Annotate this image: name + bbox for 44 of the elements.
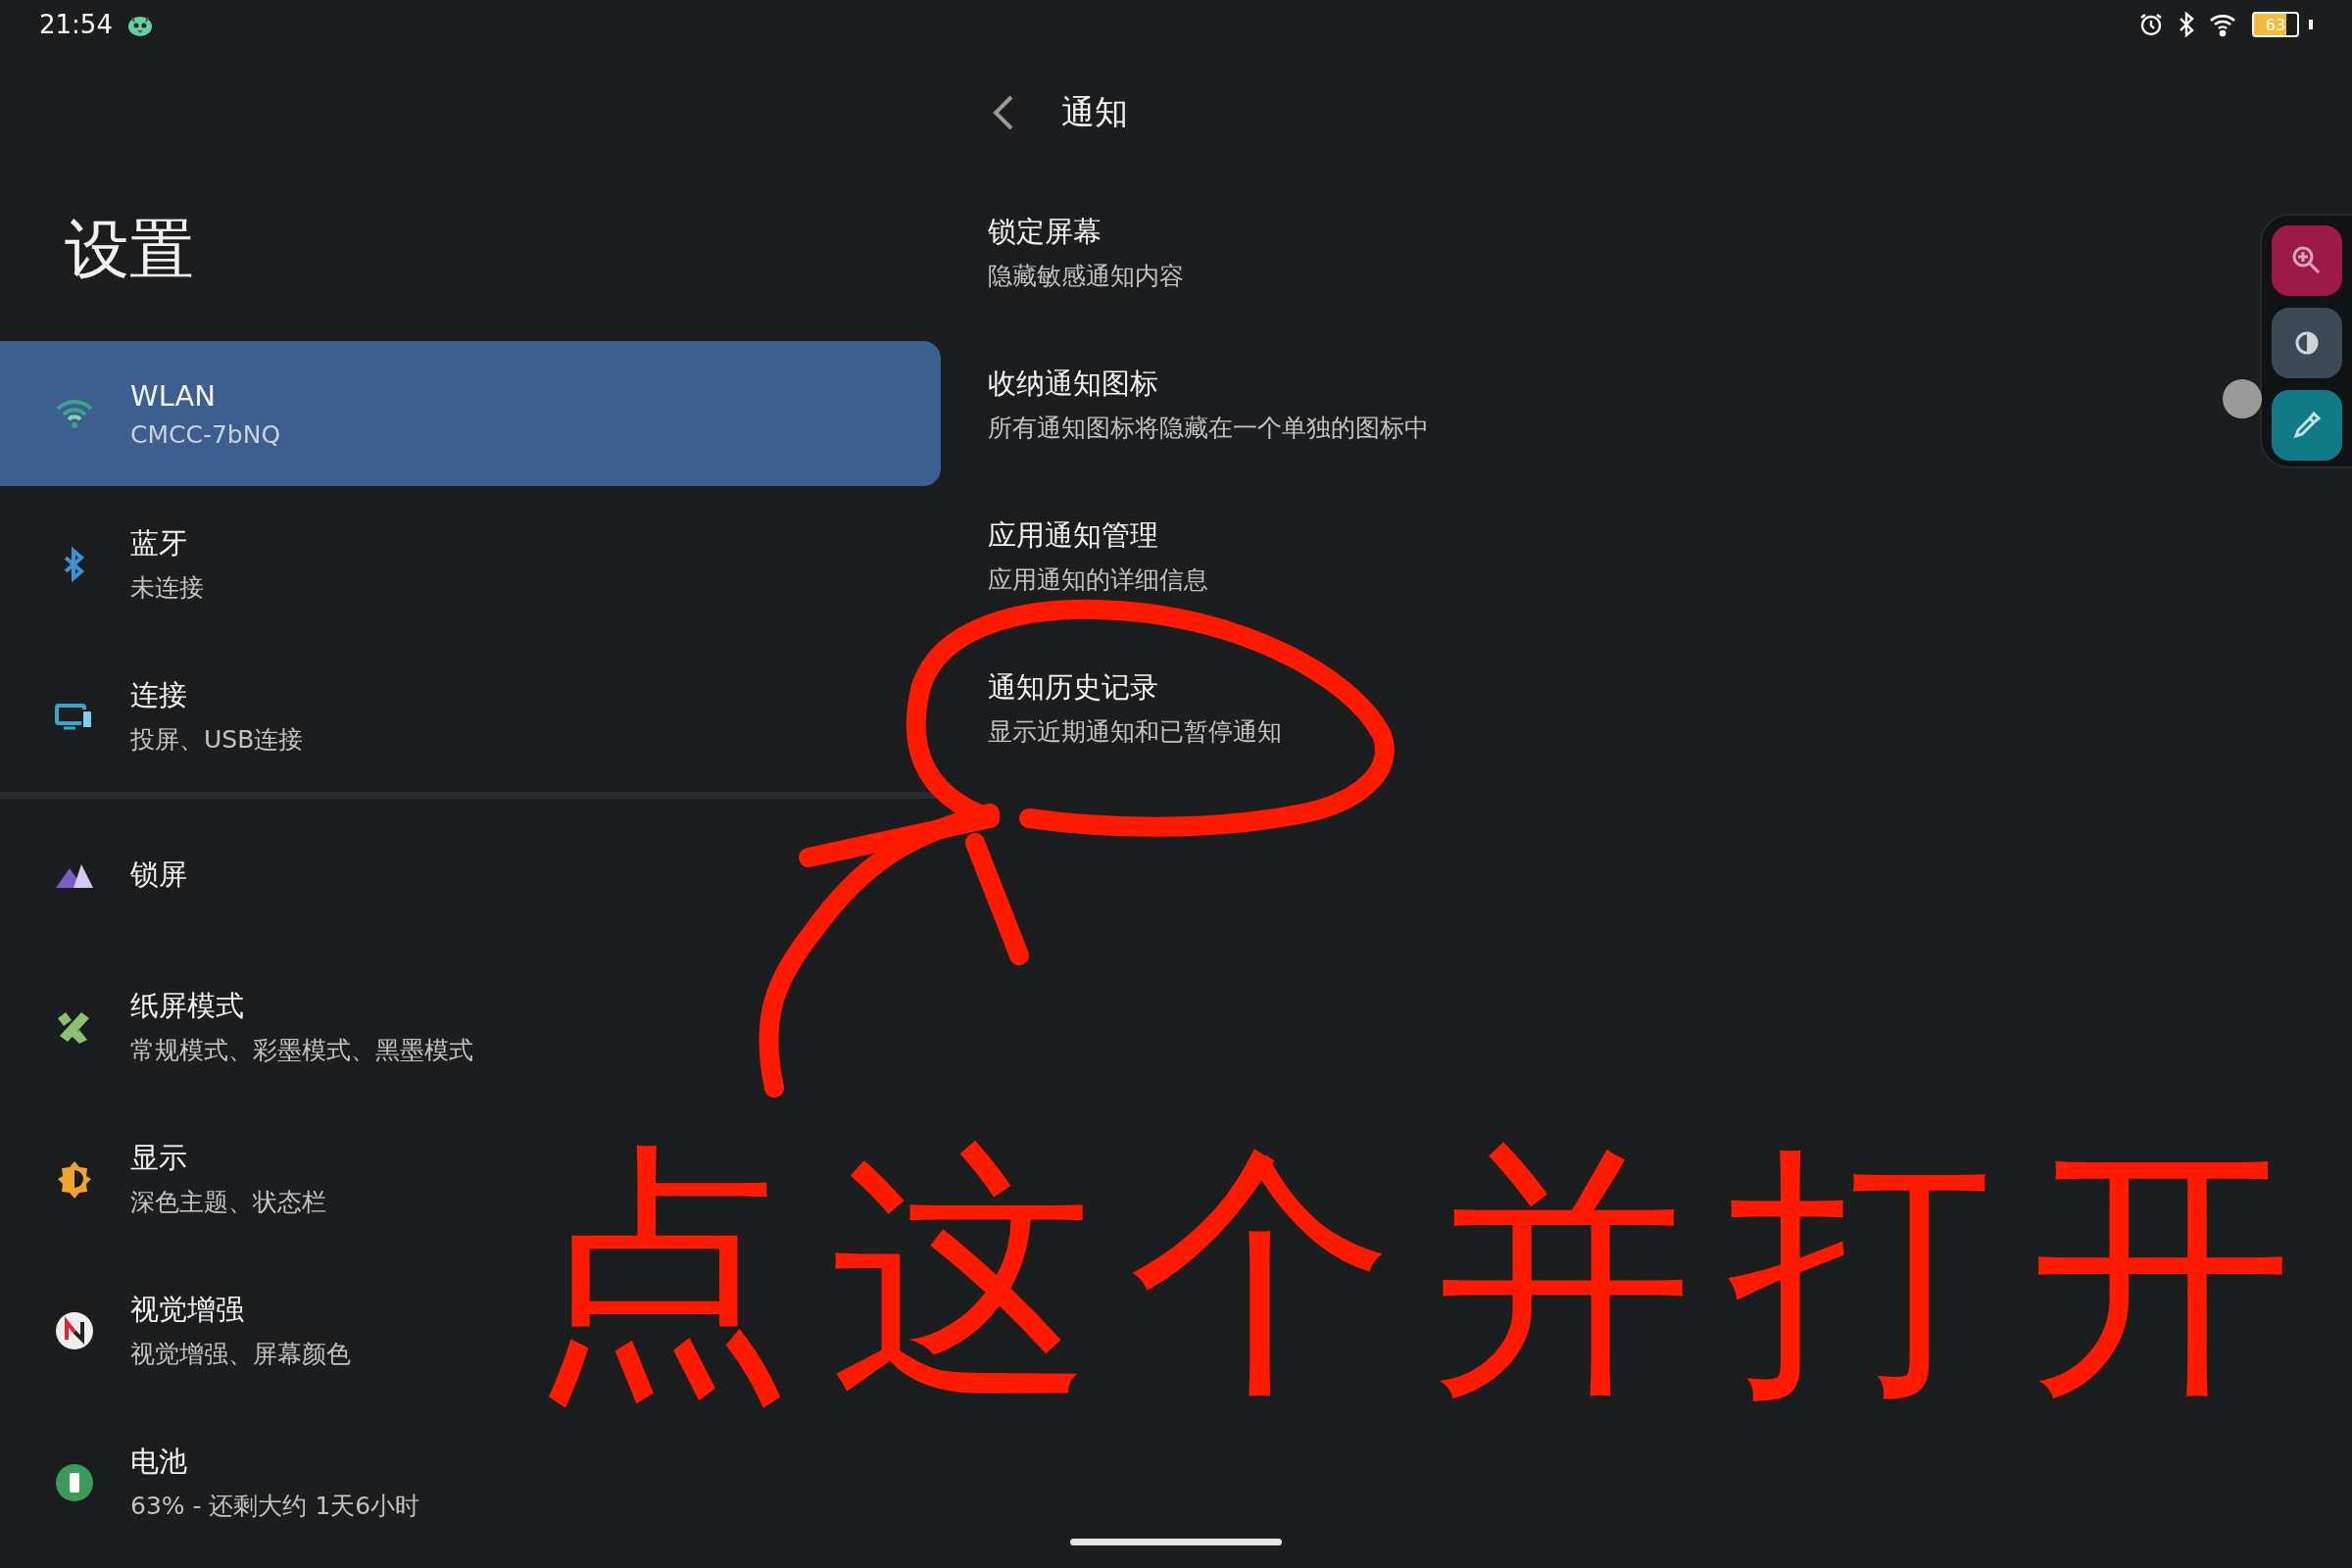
item-subtitle: 视觉增强、屏幕颜色 xyxy=(130,1339,351,1370)
settings-item[interactable]: 纸屏模式 常规模式、彩墨模式、黑墨模式 xyxy=(0,951,513,1102)
page-title: 通知 xyxy=(1061,91,1128,133)
item-subtitle: 常规模式、彩墨模式、黑墨模式 xyxy=(130,1035,473,1066)
clock-time: 21:54 xyxy=(39,10,113,39)
letter-n-icon xyxy=(54,1309,95,1351)
item-title: 显示 xyxy=(130,1140,188,1176)
contrast-button[interactable] xyxy=(2272,308,2342,378)
item-title: 视觉增强 xyxy=(130,1292,245,1328)
settings-item[interactable]: 显示 深色主题、状态栏 xyxy=(0,1102,366,1254)
settings-item[interactable]: 视觉增强 视觉增强、屏幕颜色 xyxy=(0,1254,390,1406)
item-title: 锁屏 xyxy=(130,856,187,893)
bluetooth-icon xyxy=(2178,11,2195,38)
settings-item[interactable]: 连接 投屏、USB连接 xyxy=(0,640,343,792)
settings-item[interactable]: 电池 63% - 还剩大约 1天6小时 xyxy=(0,1406,460,1558)
item-subtitle: 未连接 xyxy=(130,572,204,604)
settings-item[interactable]: 蓝牙 未连接 xyxy=(0,488,243,640)
option-subtitle: 隐藏敏感通知内容 xyxy=(988,261,1184,292)
option-subtitle: 所有通知图标将隐藏在一个单独的图标中 xyxy=(988,413,1429,444)
option-title[interactable]: 收纳通知图标 xyxy=(988,365,1158,404)
item-title: 蓝牙 xyxy=(130,525,188,562)
item-title: 连接 xyxy=(130,677,188,713)
option-title[interactable]: 锁定屏幕 xyxy=(988,213,1102,252)
battery-indicator: 63 xyxy=(2252,12,2299,37)
item-title: 电池 xyxy=(130,1444,188,1480)
item-subtitle: 63% - 还剩大约 1天6小时 xyxy=(130,1491,420,1522)
eyedropper-button[interactable] xyxy=(2272,390,2342,461)
item-subtitle: CMCC-7bNQ xyxy=(130,419,281,449)
item-subtitle: 深色主题、状态栏 xyxy=(130,1187,326,1218)
settings-title: 设置 xyxy=(65,211,194,289)
option-subtitle: 显示近期通知和已暂停通知 xyxy=(988,716,1282,748)
alarm-icon xyxy=(2138,12,2164,37)
option-subtitle: 应用通知的详细信息 xyxy=(988,564,1208,596)
drag-handle[interactable] xyxy=(2223,379,2262,418)
option-title[interactable]: 应用通知管理 xyxy=(988,516,1158,556)
item-title: 纸屏模式 xyxy=(130,988,245,1024)
item-subtitle: 投屏、USB连接 xyxy=(130,724,304,756)
annotation-text: 点这个并打开 xyxy=(528,1117,2329,1429)
zoom-in-button[interactable] xyxy=(2272,225,2342,296)
item-title: WLAN xyxy=(130,378,218,413)
settings-item[interactable]: WLAN CMCC-7bNQ xyxy=(0,341,941,486)
battery-icon xyxy=(54,1461,95,1503)
settings-item[interactable]: 锁屏 xyxy=(0,799,226,951)
option-title[interactable]: 通知历史记录 xyxy=(988,668,1158,708)
